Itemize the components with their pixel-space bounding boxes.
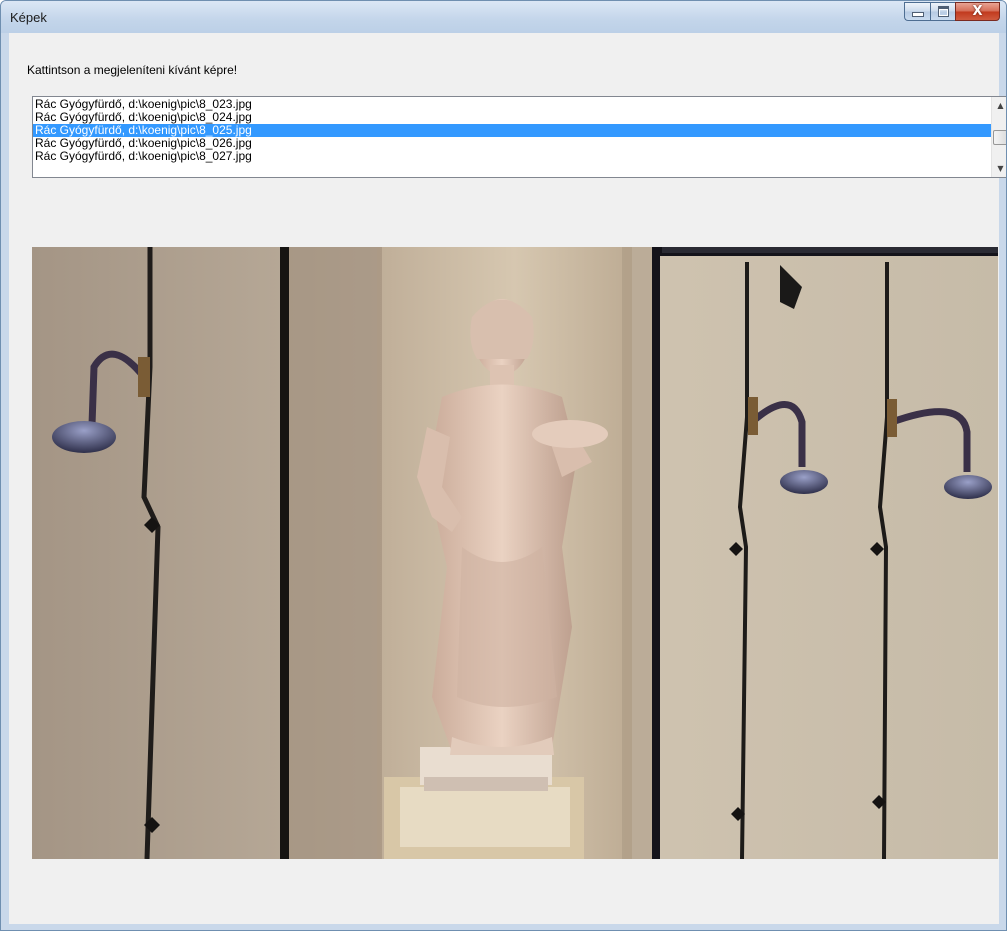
photo-statue-shower-room [32, 247, 998, 859]
minimize-button[interactable] [904, 2, 930, 21]
vertical-scrollbar[interactable]: ▲ ▼ [991, 97, 1006, 177]
list-items: Rác Gyógyfürdő, d:\koenig\pic\8_023.jpg … [33, 97, 991, 177]
close-button[interactable]: X [955, 2, 1000, 21]
maximize-icon [937, 6, 949, 17]
chevron-up-icon: ▲ [997, 101, 1004, 110]
image-listbox[interactable]: Rác Gyógyfürdő, d:\koenig\pic\8_023.jpg … [32, 96, 1006, 178]
instruction-label: Kattintson a megjeleníteni kívánt képre! [27, 63, 238, 77]
scroll-thumb[interactable] [993, 130, 1006, 145]
chevron-down-icon: ▼ [997, 164, 1004, 173]
picture-box [32, 247, 998, 859]
client-area: Kattintson a megjeleníteni kívánt képre!… [9, 33, 1006, 924]
caption-buttons: X [904, 2, 1000, 21]
window-title: Képek [10, 10, 47, 25]
scroll-up-button[interactable]: ▲ [992, 97, 1006, 114]
title-bar[interactable]: Képek X [1, 1, 1006, 33]
main-window: Képek X Kattintson a megjeleníteni kíván… [0, 0, 1007, 931]
maximize-button[interactable] [930, 2, 955, 21]
list-item[interactable]: Rác Gyógyfürdő, d:\koenig\pic\8_027.jpg [33, 150, 991, 163]
minimize-icon [911, 12, 924, 17]
close-icon: X [972, 4, 983, 19]
scroll-down-button[interactable]: ▼ [992, 160, 1006, 177]
